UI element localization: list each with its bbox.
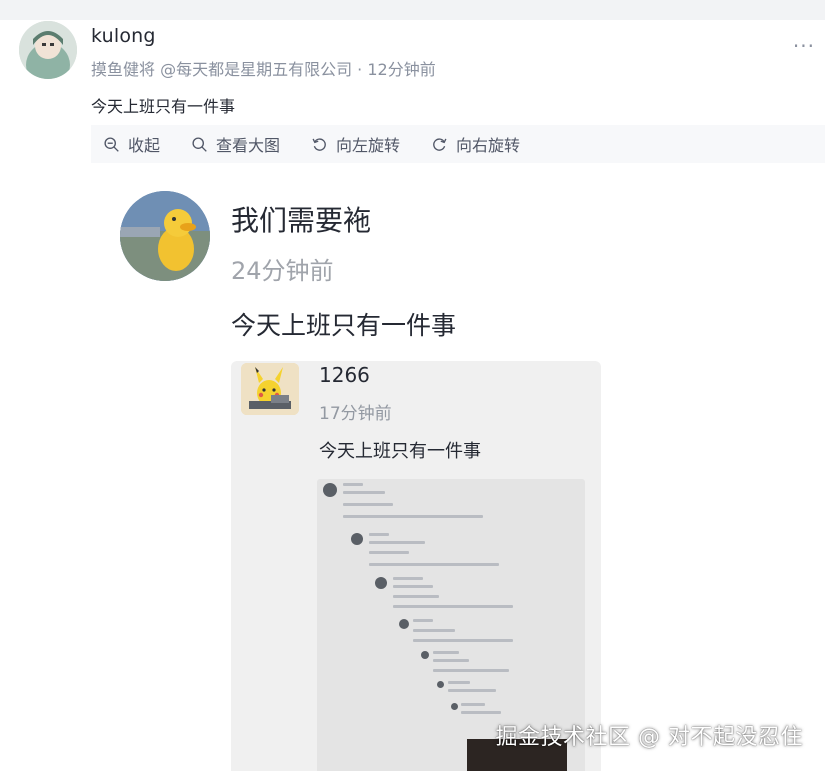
nested-line <box>461 703 485 706</box>
view-large-label: 查看大图 <box>216 136 281 155</box>
author-meta: 摸鱼健将 @每天都是星期五有限公司 · 12分钟前 <box>91 60 436 79</box>
image-toolbar: 收起 查看大图 向左旋转 向右旋转 <box>91 125 825 163</box>
nested-line <box>393 605 513 608</box>
nested-name-2: 1266 <box>319 363 370 387</box>
nested-line <box>393 577 423 580</box>
nested-avatar-8 <box>437 681 444 688</box>
nested-content-2: 今天上班只有一件事 <box>319 441 481 462</box>
zoom-out-icon <box>104 136 119 152</box>
nested-line <box>343 491 385 494</box>
rotate-left-label: 向左旋转 <box>336 136 401 155</box>
nested-content-1: 今天上班只有一件事 <box>231 311 457 340</box>
nested-line <box>448 681 470 684</box>
nested-avatar-6 <box>399 619 409 629</box>
nested-line <box>369 551 409 554</box>
post-image[interactable]: 我们需要袘 24分钟前 今天上班只有一件事 1266 17分钟前 今天上班只有一… <box>91 163 825 771</box>
nested-line <box>433 659 469 662</box>
nested-line <box>448 689 496 692</box>
nested-line <box>369 533 389 536</box>
nested-avatar-7 <box>421 651 429 659</box>
author-avatar[interactable] <box>19 21 77 79</box>
collapse-label: 收起 <box>128 136 161 155</box>
nested-time-1: 24分钟前 <box>231 257 334 285</box>
nested-line <box>343 483 363 486</box>
nested-avatar-duck <box>120 191 210 281</box>
rotate-right-button[interactable]: 向右旋转 <box>431 132 520 156</box>
nested-line <box>413 639 513 642</box>
nested-line <box>461 711 501 714</box>
nested-avatar-3 <box>323 483 337 497</box>
nested-avatar-pikachu <box>241 363 299 415</box>
nested-line <box>393 595 439 598</box>
nested-line <box>413 629 455 632</box>
nested-line <box>413 619 433 622</box>
nested-line <box>369 563 499 566</box>
more-options-icon[interactable]: ··· <box>793 34 815 58</box>
nested-line <box>369 541 425 544</box>
top-bar <box>0 0 825 20</box>
search-icon <box>192 136 207 152</box>
rotate-right-label: 向右旋转 <box>456 136 521 155</box>
rotate-left-icon <box>312 137 326 151</box>
collapse-button[interactable]: 收起 <box>103 132 160 156</box>
post-content: 今天上班只有一件事 <box>91 97 236 116</box>
nested-line <box>393 585 433 588</box>
author-name[interactable]: kulong <box>91 25 156 47</box>
nested-line <box>343 503 393 506</box>
view-large-button[interactable]: 查看大图 <box>191 132 280 156</box>
watermark-text: 掘金技术社区 @ 对不起没忍住 <box>495 725 803 750</box>
nested-line <box>343 515 483 518</box>
rotate-left-button[interactable]: 向左旋转 <box>311 132 400 156</box>
nested-name-1: 我们需要袘 <box>231 204 372 237</box>
rotate-right-icon <box>433 137 447 151</box>
nested-avatar-5 <box>375 577 387 589</box>
nested-screenshot-2: 1266 17分钟前 今天上班只有一件事 <box>231 361 601 771</box>
nested-avatar-4 <box>351 533 363 545</box>
nested-avatar-9 <box>451 703 458 710</box>
nested-line <box>433 651 459 654</box>
nested-time-2: 17分钟前 <box>319 404 392 424</box>
nested-line <box>433 669 509 672</box>
